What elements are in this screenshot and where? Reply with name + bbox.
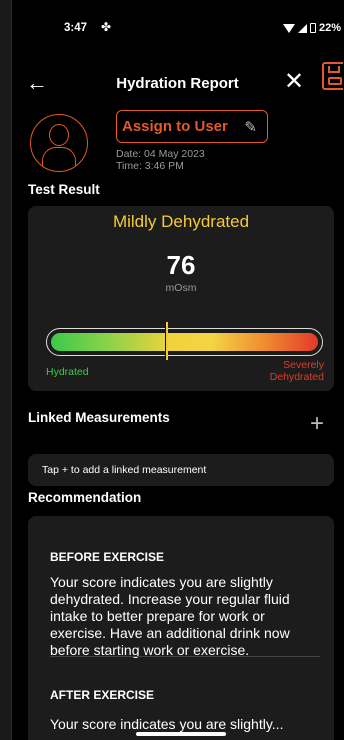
app-frame: 3:47 ✤ 22% ← Hydration Report ✕ Assign t…	[0, 0, 344, 740]
wifi-icon	[282, 23, 295, 33]
assign-to-user-button[interactable]: Assign to User ✎	[116, 110, 268, 143]
save-icon-label	[328, 77, 342, 85]
linked-measurements-heading: Linked Measurements	[28, 410, 170, 425]
severely-dehydrated-label: Severely Dehydrated	[270, 359, 324, 383]
avatar-head	[49, 124, 69, 146]
device-edge	[0, 0, 12, 740]
result-card: Mildly Dehydrated 76 mOsm Hydrated Sever…	[28, 206, 334, 391]
hydrated-label: Hydrated	[46, 366, 89, 378]
assign-label: Assign to User	[122, 118, 228, 135]
hydration-gauge	[46, 322, 323, 360]
close-icon[interactable]: ✕	[284, 67, 304, 96]
recommendation-card: BEFORE EXERCISE Your score indicates you…	[28, 516, 334, 740]
status-bar: 3:47 ✤ 22%	[12, 20, 343, 40]
severe-line-1: Severely	[283, 359, 324, 371]
signal-icon	[297, 23, 307, 33]
save-icon[interactable]	[322, 62, 343, 90]
add-measurement-icon[interactable]: +	[310, 410, 324, 438]
gauge-marker	[165, 322, 169, 360]
gauge-gradient	[51, 333, 318, 351]
recommendation-heading: Recommendation	[28, 490, 142, 505]
report-time: Time: 3:46 PM	[116, 160, 184, 172]
after-exercise-text: Your score indicates you are slightly...	[50, 716, 284, 732]
save-icon-slot	[328, 66, 340, 73]
linked-hint-card[interactable]: Tap + to add a linked measurement	[28, 454, 334, 486]
status-time: 3:47	[64, 22, 88, 34]
pencil-icon: ✎	[244, 119, 257, 136]
report-meta: Date: 04 May 2023 Time: 3:46 PM	[116, 148, 205, 172]
score-value: 76	[166, 250, 196, 280]
home-indicator[interactable]	[136, 732, 226, 736]
hydration-status: Mildly Dehydrated	[112, 212, 250, 231]
screen: 3:47 ✤ 22% ← Hydration Report ✕ Assign t…	[12, 10, 343, 740]
before-exercise-title: BEFORE EXERCISE	[50, 550, 165, 564]
report-date: Date: 04 May 2023	[116, 148, 205, 160]
settings-status-icon: ✤	[101, 20, 112, 34]
battery-percent: 22%	[318, 22, 341, 34]
score-unit: mOsm	[165, 282, 197, 294]
test-result-heading: Test Result	[28, 182, 100, 197]
avatar-body	[42, 147, 76, 171]
avatar	[30, 114, 88, 172]
battery-icon	[309, 23, 316, 33]
linked-hint-text: Tap + to add a linked measurement	[42, 464, 207, 476]
before-exercise-text: Your score indicates you are slightly de…	[50, 574, 290, 658]
section-divider	[50, 656, 320, 657]
severe-line-2: Dehydrated	[269, 371, 324, 383]
status-indicators: 22%	[282, 22, 341, 34]
after-exercise-title: AFTER EXERCISE	[50, 688, 155, 702]
